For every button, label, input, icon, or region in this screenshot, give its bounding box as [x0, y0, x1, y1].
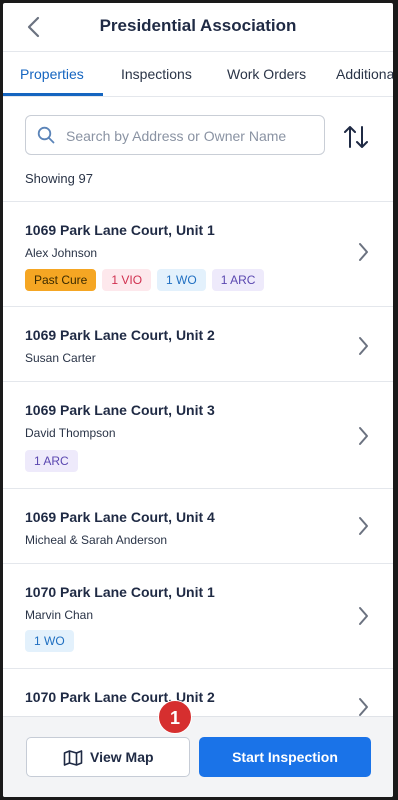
work-order-badge: 1 WO [157, 269, 206, 291]
property-address: 1069 Park Lane Court, Unit 1 [25, 222, 215, 238]
map-icon [63, 750, 83, 766]
property-address: 1069 Park Lane Court, Unit 4 [25, 509, 215, 525]
past-cure-badge: Past Cure [25, 269, 97, 291]
violation-badge: 1 VIO [102, 269, 152, 291]
search-box[interactable] [25, 115, 325, 155]
property-address: 1069 Park Lane Court, Unit 2 [25, 327, 215, 343]
work-order-badge: 1 WO [25, 630, 74, 652]
view-map-button[interactable]: View Map [26, 737, 190, 777]
badge-group: Past Cure 1 VIO 1 WO 1 ARC [25, 269, 270, 291]
property-owner: Susan Carter [25, 351, 96, 365]
arc-badge: 1 ARC [25, 450, 78, 472]
start-inspection-label: Start Inspection [232, 749, 338, 765]
chevron-right-icon [359, 517, 368, 535]
chevron-right-icon [359, 607, 368, 625]
property-row[interactable]: 1069 Park Lane Court, Unit 1 Alex Johnso… [3, 202, 393, 307]
app-frame: Presidential Association Properties Insp… [3, 3, 393, 797]
search-input[interactable] [64, 124, 318, 148]
badge-group: 1 ARC [25, 450, 84, 472]
notification-count-badge: 1 [158, 700, 192, 734]
header: Presidential Association [3, 3, 393, 52]
property-address: 1070 Park Lane Court, Unit 1 [25, 584, 215, 600]
view-map-label: View Map [90, 749, 154, 765]
tab-work-orders[interactable]: Work Orders [227, 66, 306, 82]
tab-properties[interactable]: Properties [20, 66, 84, 82]
tab-additional[interactable]: Additional [336, 66, 393, 82]
result-count: Showing 97 [25, 171, 93, 186]
property-address: 1070 Park Lane Court, Unit 2 [25, 689, 215, 705]
bottom-action-bar: View Map Start Inspection [3, 716, 393, 797]
property-row[interactable]: 1070 Park Lane Court, Unit 1 Marvin Chan… [3, 564, 393, 669]
badge-group: 1 WO [25, 630, 80, 652]
search-icon [37, 126, 55, 144]
property-row[interactable]: 1069 Park Lane Court, Unit 3 David Thomp… [3, 382, 393, 489]
property-owner: David Thompson [25, 426, 116, 440]
property-row[interactable]: 1069 Park Lane Court, Unit 2 Susan Carte… [3, 307, 393, 382]
tab-inspections[interactable]: Inspections [121, 66, 192, 82]
chevron-right-icon [359, 337, 368, 355]
active-tab-indicator [3, 93, 103, 96]
arc-badge: 1 ARC [211, 269, 265, 291]
property-owner: Marvin Chan [25, 608, 94, 622]
sort-icon[interactable] [342, 123, 370, 151]
tab-bar: Properties Inspections Work Orders Addit… [3, 52, 393, 97]
chevron-right-icon [359, 698, 368, 716]
chevron-right-icon [359, 243, 368, 261]
start-inspection-button[interactable]: Start Inspection [199, 737, 371, 777]
chevron-right-icon [359, 427, 368, 445]
property-owner: Micheal & Sarah Anderson [25, 533, 168, 547]
page-title: Presidential Association [99, 16, 297, 35]
property-owner: Alex Johnson [25, 246, 98, 260]
property-row[interactable]: 1069 Park Lane Court, Unit 4 Micheal & S… [3, 489, 393, 564]
property-address: 1069 Park Lane Court, Unit 3 [25, 402, 215, 418]
